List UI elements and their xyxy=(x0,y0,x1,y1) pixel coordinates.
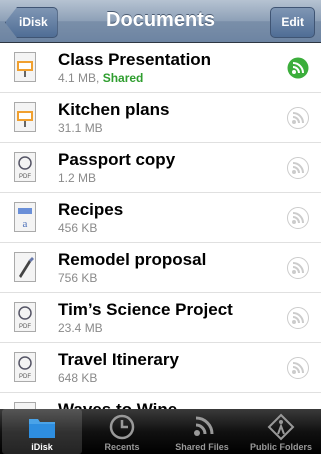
text-document-icon: a xyxy=(14,202,36,232)
file-meta: 4.1 MB, Shared xyxy=(58,71,144,85)
list-item[interactable]: Remodel proposal 756 KB xyxy=(0,243,321,293)
tab-public-folders[interactable]: Public Folders xyxy=(241,409,321,454)
tab-bar: iDisk Recents Shared Files Public Folder… xyxy=(0,409,321,454)
navigation-bar: iDisk Documents Edit xyxy=(0,0,321,43)
file-name: Class Presentation xyxy=(58,50,212,69)
file-name: Waves to Wine xyxy=(58,400,177,409)
file-name: Tim’s Science Project xyxy=(58,300,233,319)
tab-recents[interactable]: Recents xyxy=(82,409,162,454)
clock-icon xyxy=(109,414,135,440)
list-item[interactable]: Class Presentation 4.1 MB, Shared xyxy=(0,43,321,93)
pdf-icon xyxy=(14,402,36,409)
file-size: 456 KB xyxy=(58,221,98,235)
share-icon[interactable] xyxy=(287,257,309,279)
list-item[interactable]: a Recipes 456 KB xyxy=(0,193,321,243)
share-icon[interactable] xyxy=(287,357,309,379)
share-active-icon[interactable] xyxy=(287,57,309,79)
svg-text:a: a xyxy=(23,218,28,230)
file-name: Recipes xyxy=(58,200,124,219)
keynote-icon xyxy=(14,52,36,82)
person-icon xyxy=(267,413,295,441)
list-item[interactable]: PDF Tim’s Science Project 23.4 MB xyxy=(0,293,321,343)
pdf-icon: PDF xyxy=(14,302,36,332)
list-item[interactable]: PDF Passport copy 1.2 MB xyxy=(0,143,321,193)
keynote-icon xyxy=(14,102,36,132)
file-size: 756 KB xyxy=(58,271,98,285)
tab-shared-files[interactable]: Shared Files xyxy=(162,409,242,454)
share-icon[interactable] xyxy=(287,207,309,229)
file-size: 648 KB xyxy=(58,371,98,385)
tab-label: Public Folders xyxy=(249,442,312,452)
pdf-icon: PDF xyxy=(14,352,36,382)
file-size: 4.1 MB xyxy=(58,71,97,85)
svg-text:PDF: PDF xyxy=(19,374,31,380)
folder-icon xyxy=(29,419,55,438)
edit-button[interactable]: Edit xyxy=(270,7,315,38)
file-name: Kitchen plans xyxy=(58,100,170,119)
svg-text:PDF: PDF xyxy=(19,324,31,330)
tab-idisk[interactable]: iDisk xyxy=(2,409,82,454)
share-icon[interactable] xyxy=(287,157,309,179)
list-item[interactable]: PDF Travel Itinerary 648 KB xyxy=(0,343,321,393)
document-list: Class Presentation 4.1 MB, Shared Kitche… xyxy=(0,43,321,409)
file-name: Remodel proposal xyxy=(58,250,207,269)
list-item[interactable]: Kitchen plans 31.1 MB xyxy=(0,93,321,143)
file-name: Passport copy xyxy=(58,150,176,169)
pages-icon xyxy=(14,252,36,282)
list-item[interactable]: Waves to Wine xyxy=(0,393,321,409)
file-size: 31.1 MB xyxy=(58,121,103,135)
file-name: Travel Itinerary xyxy=(58,350,179,369)
share-icon[interactable] xyxy=(287,307,309,329)
file-size: 23.4 MB xyxy=(58,321,103,335)
tab-label: Recents xyxy=(104,442,140,452)
shared-status: Shared xyxy=(102,71,144,85)
tab-label: iDisk xyxy=(31,442,53,452)
tab-label: Shared Files xyxy=(175,442,229,452)
pdf-icon: PDF xyxy=(14,152,36,182)
broadcast-icon xyxy=(194,416,214,436)
share-icon[interactable] xyxy=(287,107,309,129)
file-size: 1.2 MB xyxy=(58,171,97,185)
svg-text:PDF: PDF xyxy=(19,174,31,180)
